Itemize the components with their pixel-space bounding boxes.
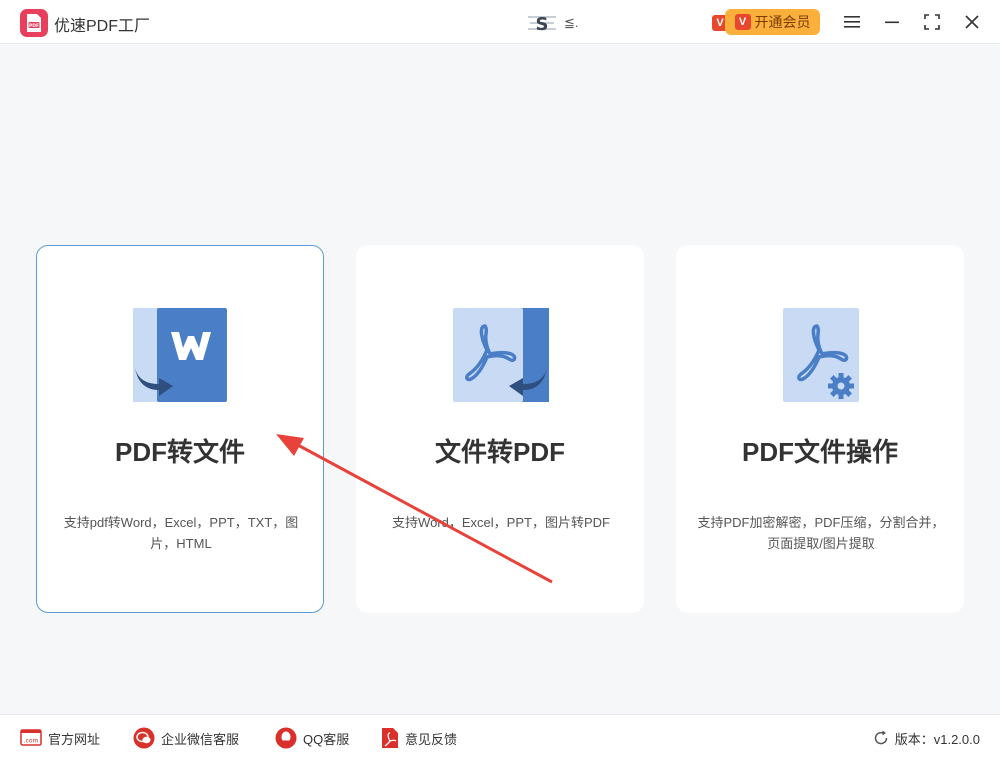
card-description: 支持pdf转Word，Excel，PPT，TXT，图片，HTML	[63, 515, 299, 551]
card-pdf-operations[interactable]: PDF文件操作 支持PDF加密解密，PDF压缩，分割合并，页面提取/图片提取	[676, 245, 964, 613]
wechat-support-link[interactable]: 企业微信客服	[133, 726, 239, 750]
refresh-icon	[874, 730, 887, 745]
card-title: PDF转文件	[114, 437, 245, 467]
pdf-settings-icon	[783, 308, 859, 402]
card-pdf-to-file[interactable]: PDF转文件 支持pdf转Word，Excel，PPT，TXT，图片，HTML	[36, 245, 324, 613]
card-description: 支持Word，Excel，PPT，图片转PDF	[392, 515, 610, 530]
user-avatar-icon: S	[528, 14, 556, 33]
card-title: PDF文件操作	[741, 437, 898, 467]
card-description: 支持PDF加密解密，PDF压缩，分割合并，页面提取/图片提取	[697, 515, 945, 551]
qq-icon	[275, 727, 297, 749]
open-vip-button[interactable]: V 开通会员	[725, 9, 820, 35]
open-vip-label: 开通会员	[754, 14, 811, 30]
version-label: 版本：v1.2.0.0	[894, 731, 980, 747]
pdf-convert-icon	[453, 308, 549, 402]
version-info[interactable]: 版本：v1.2.0.0	[873, 726, 980, 750]
minimize-icon	[885, 21, 899, 24]
official-website-link[interactable]: .com 官方网址	[20, 726, 100, 750]
app-title: 优速PDF工厂	[54, 18, 151, 35]
footer-bar: .com 官方网址 企业微信客服 QQ客服 意见反馈 版本：v1.2.0.0	[0, 714, 1000, 760]
maximize-button[interactable]	[920, 10, 944, 34]
vip-icon: V	[734, 14, 751, 30]
feedback-icon	[381, 727, 399, 749]
app-logo-icon: PDF	[20, 9, 48, 37]
qq-support-link[interactable]: QQ客服	[275, 726, 349, 750]
qq-support-label: QQ客服	[303, 731, 350, 747]
close-button[interactable]	[960, 10, 984, 34]
wechat-support-label: 企业微信客服	[161, 731, 240, 747]
feedback-link[interactable]: 意见反馈	[381, 726, 457, 750]
title-bar: PDF 优速PDF工厂 S ≦. V V 开通会员	[0, 0, 1000, 44]
svg-text:.com: .com	[24, 738, 39, 745]
svg-text:PDF: PDF	[29, 23, 39, 29]
close-icon	[965, 15, 979, 29]
minimize-button[interactable]	[880, 10, 904, 34]
user-name: ≦.	[564, 15, 579, 30]
maximize-icon	[924, 14, 940, 30]
wechat-icon	[133, 727, 155, 749]
menu-icon	[844, 16, 860, 28]
word-doc-icon	[133, 308, 227, 402]
user-area[interactable]: S ≦. V	[528, 12, 728, 34]
official-website-label: 官方网址	[48, 731, 101, 747]
card-file-to-pdf[interactable]: 文件转PDF 支持Word，Excel，PPT，图片转PDF	[356, 245, 644, 613]
svg-text:S: S	[536, 14, 549, 33]
card-title: 文件转PDF	[434, 437, 565, 467]
feedback-label: 意见反馈	[405, 731, 458, 747]
menu-button[interactable]	[840, 10, 864, 34]
website-icon: .com	[20, 729, 42, 747]
